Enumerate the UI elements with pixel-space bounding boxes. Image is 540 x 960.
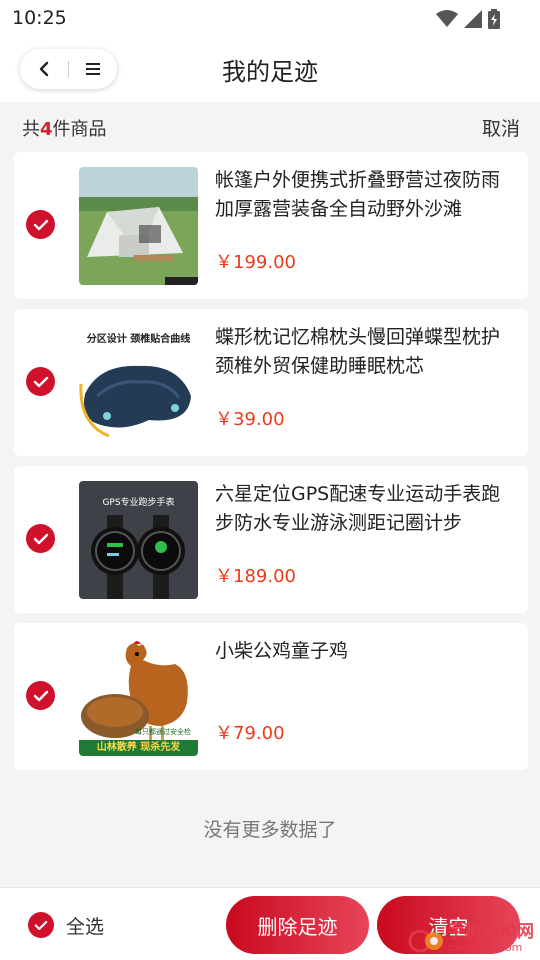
select-all-label[interactable]: 全选 xyxy=(66,912,104,939)
site-watermark: 手机100网 danji100.com xyxy=(408,922,535,956)
chicken-image-banner: 山林散养 现杀先发 xyxy=(79,740,198,756)
product-name[interactable]: 帐篷户外便携式折叠野营过夜防雨加厚露营装备全自动野外沙滩 xyxy=(215,166,510,224)
status-bar: 10:25 xyxy=(0,0,540,36)
select-all-checkbox[interactable] xyxy=(28,912,54,938)
watch-product-image[interactable]: GPS专业跑步手表 xyxy=(79,481,198,599)
footprint-list: 帐篷户外便携式折叠野营过夜防雨加厚露营装备全自动野外沙滩 ￥199.00 分区设… xyxy=(14,152,528,780)
delete-footprint-button[interactable]: 删除足迹 xyxy=(226,896,369,954)
watermark-line2: danji100.com xyxy=(447,941,523,954)
product-price: ￥189.00 xyxy=(215,566,296,587)
product-name[interactable]: 蝶形枕记忆棉枕头慢回弹蝶型枕护颈椎外贸保健助睡眠枕芯 xyxy=(215,323,510,381)
status-time: 10:25 xyxy=(12,7,67,29)
product-name[interactable]: 小柴公鸡童子鸡 xyxy=(215,637,510,666)
product-price: ￥39.00 xyxy=(215,409,285,430)
watch-image-caption: GPS专业跑步手表 xyxy=(102,498,175,508)
summary-bar: 共4件商品 取消 xyxy=(0,102,540,150)
check-icon xyxy=(34,920,48,930)
no-more-data-text: 没有更多数据了 xyxy=(203,819,337,841)
check-icon xyxy=(33,376,48,387)
check-icon xyxy=(33,219,48,230)
item-checkbox[interactable] xyxy=(26,524,55,553)
battery-icon xyxy=(488,9,500,29)
wifi-icon xyxy=(436,10,458,27)
list-item[interactable]: 每只都通过安全检 山林散养 现杀先发 小柴公鸡童子鸡 ￥79.00 xyxy=(14,623,528,770)
item-checkbox[interactable] xyxy=(26,367,55,396)
page-title: 我的足迹 xyxy=(222,58,318,86)
product-price: ￥199.00 xyxy=(215,252,296,273)
watermark-line1: 手机100网 xyxy=(447,922,535,942)
chicken-image-note: 每只都通过安全检 xyxy=(135,728,191,736)
pillow-product-image[interactable]: 分区设计 颈椎贴合曲线 xyxy=(79,324,198,442)
check-icon xyxy=(33,690,48,701)
list-item[interactable]: 帐篷户外便携式折叠野营过夜防雨加厚露营装备全自动野外沙滩 ￥199.00 xyxy=(14,152,528,299)
item-count: 共4件商品 xyxy=(22,115,107,141)
header: 我的足迹 xyxy=(0,36,540,102)
cancel-button[interactable]: 取消 xyxy=(482,114,520,141)
tent-product-image[interactable] xyxy=(79,167,198,285)
chicken-product-image[interactable]: 每只都通过安全检 山林散养 现杀先发 xyxy=(79,638,198,756)
product-name[interactable]: 六星定位GPS配速专业运动手表跑步防水专业游泳测距记圈计步 xyxy=(215,480,510,538)
list-item[interactable]: GPS专业跑步手表 六星定位GPS配速专业运动手表跑步防水专业游泳测距记圈计步 … xyxy=(14,466,528,613)
status-icons xyxy=(436,9,500,29)
item-count-prefix: 共 xyxy=(22,119,40,140)
item-count-suffix: 件商品 xyxy=(52,119,107,140)
item-checkbox[interactable] xyxy=(26,210,55,239)
pillow-image-caption: 分区设计 颈椎贴合曲线 xyxy=(86,334,191,345)
list-item[interactable]: 分区设计 颈椎贴合曲线 蝶形枕记忆棉枕头慢回弹蝶型枕护颈椎外贸保健助睡眠枕芯 ￥… xyxy=(14,309,528,456)
watermark-logo-icon xyxy=(408,929,443,953)
item-count-number: 4 xyxy=(40,119,53,140)
check-icon xyxy=(33,533,48,544)
item-checkbox[interactable] xyxy=(26,681,55,710)
product-price: ￥79.00 xyxy=(215,723,285,744)
signal-icon xyxy=(464,10,482,28)
